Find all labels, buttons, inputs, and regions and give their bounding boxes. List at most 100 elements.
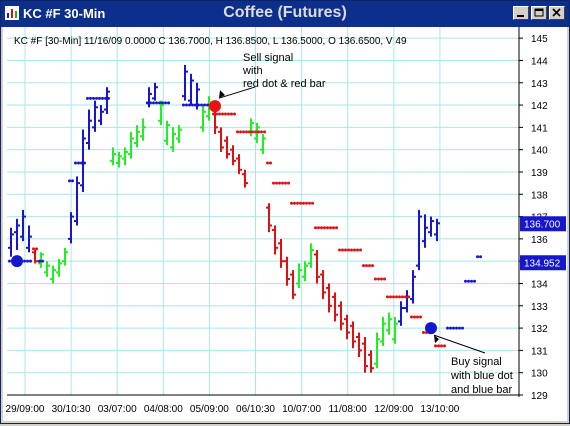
stop-dot	[455, 326, 458, 330]
stop-dot	[41, 259, 44, 263]
x-tick-label: 30/10:30	[52, 404, 91, 415]
stop-dot	[233, 112, 236, 116]
buy-annotation-line: Buy signal	[451, 356, 502, 368]
stop-dot	[32, 247, 35, 251]
price-chart[interactable]: 29/09:00 30/10:30 03/07:00 04/08:00 05/09:00…	[3, 27, 567, 421]
price-bar	[8, 227, 14, 257]
stop-dot	[242, 130, 245, 134]
stop-dot	[251, 130, 254, 134]
price-bar	[308, 243, 314, 268]
price-bar	[356, 332, 362, 358]
stop-dot	[206, 103, 209, 107]
stop-dot	[104, 96, 107, 100]
title-bar[interactable]: KC #F 30-Min Coffee (Futures)	[1, 1, 569, 27]
stop-dot	[449, 326, 452, 330]
price-bar	[62, 247, 68, 266]
stop-dot	[356, 248, 359, 252]
stop-dot	[317, 226, 320, 230]
price-bar	[362, 337, 368, 373]
y-tick-label: 134	[531, 279, 548, 290]
stop-dot	[188, 103, 191, 107]
stop-dot	[89, 96, 92, 100]
price-bar	[422, 214, 428, 248]
stop-dot	[479, 255, 482, 259]
stop-dot	[464, 279, 467, 283]
buy-annotation-line: and blue bar	[451, 384, 512, 396]
close-icon	[552, 8, 561, 17]
x-tick-label: 04/08:00	[144, 404, 183, 415]
stop-dot	[407, 295, 410, 299]
stop-dot	[95, 96, 98, 100]
chart-area[interactable]: 29/09:00 30/10:30 03/07:00 04/08:00 05/09:00…	[3, 27, 567, 421]
stop-dot	[224, 112, 227, 116]
price-bar	[332, 292, 338, 322]
stop-dot	[284, 181, 287, 185]
stop-dot	[362, 264, 365, 268]
price-bar	[14, 218, 20, 251]
y-tick-label: 139	[531, 168, 548, 179]
price-bar	[224, 136, 230, 159]
stop-dot	[452, 326, 455, 330]
close-button[interactable]	[549, 6, 565, 20]
y-tick-label: 132	[531, 324, 548, 335]
maximize-button[interactable]	[531, 6, 547, 20]
stop-dot	[308, 201, 311, 205]
stop-dot	[185, 103, 188, 107]
y-tick-label: 136	[531, 235, 548, 246]
x-tick-label: 13/10:00	[420, 404, 459, 415]
stop-dot	[68, 179, 71, 183]
price-bar	[134, 125, 140, 148]
y-tick-label: 140	[531, 146, 548, 157]
x-tick-label: 06/10:30	[236, 404, 275, 415]
x-tick-label: 11/08:00	[329, 404, 368, 415]
stop-dot	[275, 181, 278, 185]
stop-dot	[323, 226, 326, 230]
stop-dot	[215, 112, 218, 116]
price-bar	[104, 87, 110, 114]
price-bar	[164, 120, 170, 146]
price-bar	[344, 314, 350, 340]
stop-dot	[218, 112, 221, 116]
y-tick-label: 129	[531, 391, 548, 402]
stop-dot	[359, 248, 362, 252]
stop-dot	[8, 259, 11, 263]
stop-dot	[299, 201, 302, 205]
stop-dot	[335, 226, 338, 230]
price-bar	[74, 176, 80, 226]
stop-dot	[302, 201, 305, 205]
price-bar	[398, 301, 404, 326]
stop-dot	[314, 226, 317, 230]
stop-dot	[344, 248, 347, 252]
stop-dot	[341, 248, 344, 252]
stop-dot	[476, 255, 479, 259]
stop-dot	[446, 326, 449, 330]
y-tick-label: 143	[531, 79, 548, 90]
y-axis: 1291301311321331341351361371381391401411…	[518, 27, 548, 402]
stop-dot	[152, 101, 155, 105]
stop-dot	[263, 130, 266, 134]
stop-dot	[83, 161, 86, 165]
x-tick-label: 03/07:00	[98, 404, 137, 415]
chart-icon	[5, 6, 19, 20]
price-bars	[8, 64, 440, 373]
x-tick-label: 05/09:00	[190, 404, 229, 415]
stop-dot	[473, 279, 476, 283]
stop-dot	[416, 315, 419, 319]
y-tick-label: 142	[531, 101, 548, 112]
stop-dot	[278, 181, 281, 185]
stop-dot	[422, 331, 425, 335]
price-bar	[278, 238, 284, 268]
stop-dot	[254, 130, 257, 134]
price-bar	[98, 105, 104, 126]
price-bar	[44, 261, 50, 277]
stop-dot	[77, 161, 80, 165]
stop-dot	[353, 248, 356, 252]
minimize-button[interactable]	[513, 6, 529, 20]
stop-dot	[398, 295, 401, 299]
stop-dot	[386, 295, 389, 299]
stop-dot	[107, 96, 110, 100]
stop-dot	[350, 248, 353, 252]
window-caption: KC #F 30-Min	[23, 6, 106, 21]
sell-annotation-line: Sell signal	[243, 52, 293, 64]
stop-dot	[74, 161, 77, 165]
